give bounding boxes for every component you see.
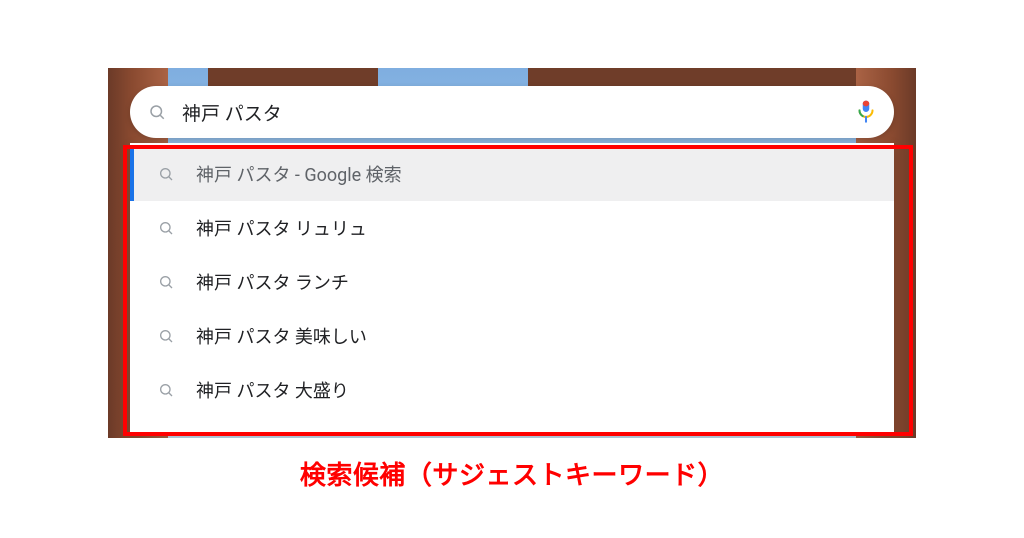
suggestion-label: 神戸 パスタ 美味しい	[196, 323, 367, 349]
search-icon	[158, 166, 174, 182]
suggestion-label: 神戸 パスタ ランチ	[196, 269, 349, 295]
autocomplete-dropdown: 神戸 パスタ - Google 検索神戸 パスタ リュリュ神戸 パスタ ランチ神…	[130, 143, 894, 436]
search-icon	[158, 382, 174, 398]
search-bar[interactable]	[130, 86, 894, 138]
suggestion-item[interactable]: 神戸 パスタ - Google 検索	[130, 147, 894, 201]
suggestion-item[interactable]: 神戸 パスタ 大盛り	[130, 363, 894, 417]
search-wrap	[130, 86, 894, 138]
screenshot-frame: 神戸 パスタ - Google 検索神戸 パスタ リュリュ神戸 パスタ ランチ神…	[108, 68, 916, 438]
voice-search-icon[interactable]	[856, 99, 876, 125]
suggestion-label: 神戸 パスタ - Google 検索	[196, 161, 402, 187]
suggestion-label: 神戸 パスタ リュリュ	[196, 215, 367, 241]
search-icon	[148, 103, 166, 121]
search-icon	[158, 328, 174, 344]
suggestion-item[interactable]: 神戸 パスタ ランチ	[130, 255, 894, 309]
search-input[interactable]	[182, 101, 856, 124]
suggestion-label: 神戸 パスタ 大盛り	[196, 377, 349, 403]
search-icon	[158, 220, 174, 236]
suggestion-item[interactable]: 神戸 パスタ 美味しい	[130, 309, 894, 363]
suggestion-item[interactable]: 神戸 パスタ リュリュ	[130, 201, 894, 255]
annotation-caption: 検索候補（サジェストキーワード）	[0, 455, 1024, 492]
search-icon	[158, 274, 174, 290]
